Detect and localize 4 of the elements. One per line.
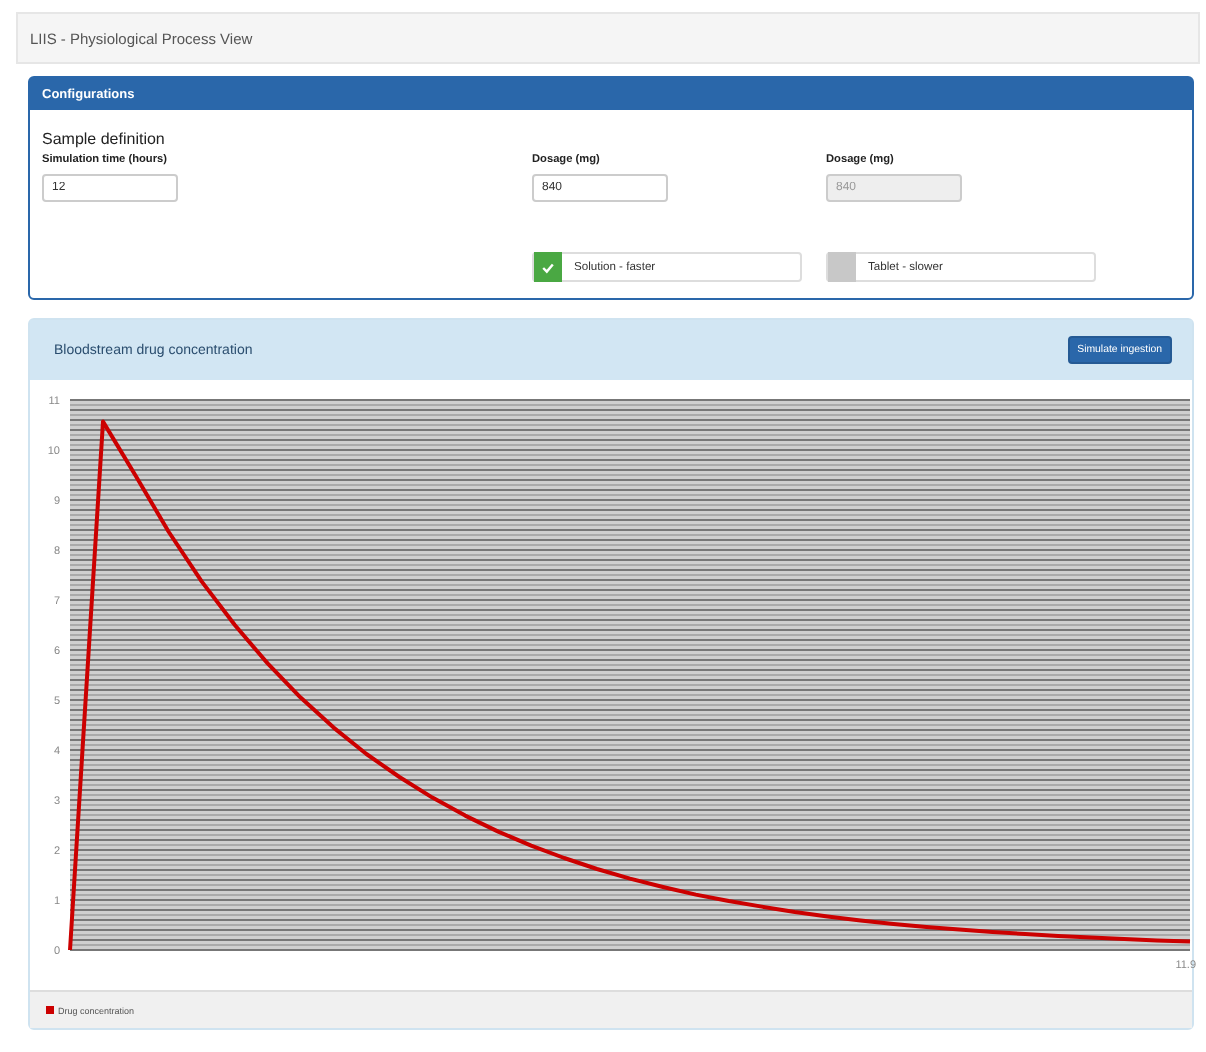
checkbox[interactable] (828, 252, 856, 282)
checkbox[interactable] (534, 252, 562, 282)
checkmark-icon (542, 261, 554, 273)
section-heading: Sample definition (42, 130, 167, 148)
